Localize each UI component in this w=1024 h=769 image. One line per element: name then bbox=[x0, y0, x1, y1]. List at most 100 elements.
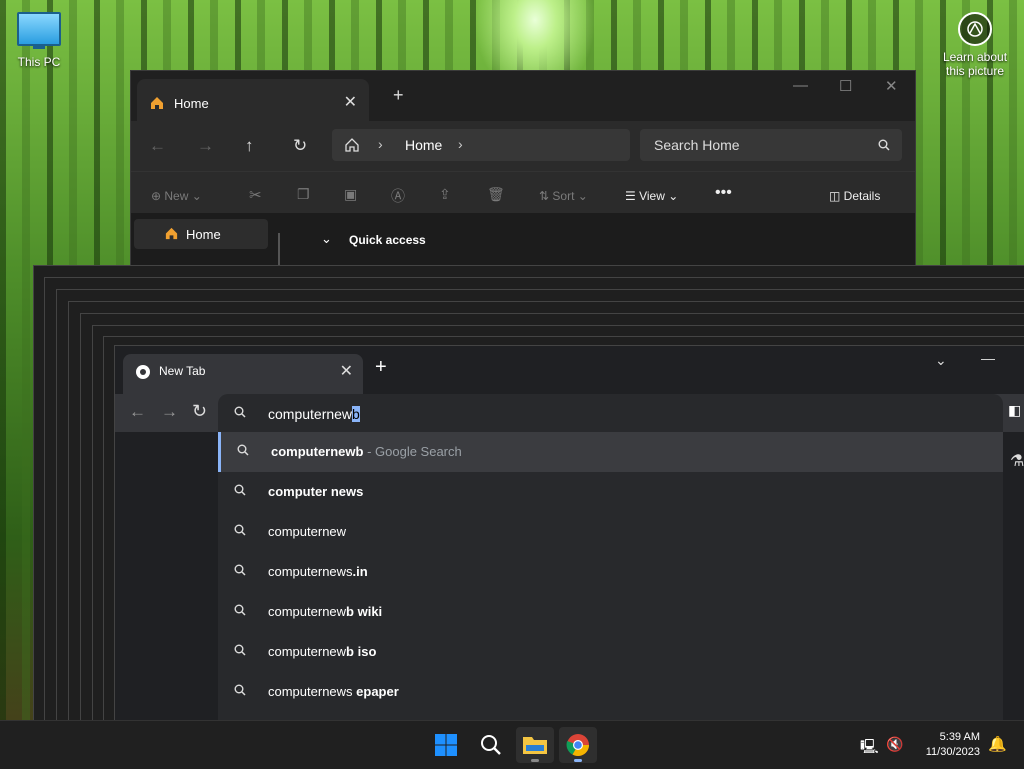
chevron-down-icon[interactable]: ⌄ bbox=[321, 231, 332, 247]
suggestion-main: computernew bbox=[268, 644, 347, 659]
back-arrow-icon[interactable]: ← bbox=[129, 402, 146, 422]
suggestion-main: computernews bbox=[268, 684, 353, 699]
start-button[interactable] bbox=[427, 727, 465, 763]
labs-flask-icon[interactable]: ⚗ bbox=[1010, 451, 1024, 471]
taskbar-file-explorer[interactable] bbox=[516, 727, 554, 763]
new-label: New bbox=[164, 189, 189, 203]
network-icon[interactable]: 🖳 bbox=[860, 736, 879, 760]
side-panel-icon[interactable]: ◧ bbox=[1008, 402, 1021, 419]
new-tab-button[interactable]: + bbox=[393, 85, 404, 106]
sidebar-item-home[interactable]: Home bbox=[134, 219, 268, 249]
search-icon bbox=[481, 735, 501, 755]
suggestion-text: computernew bbox=[268, 524, 346, 539]
new-button[interactable]: ⊕ New ⌄ bbox=[151, 189, 202, 203]
omnibox-input[interactable]: computernewb bbox=[218, 394, 1003, 432]
suggestion-row[interactable]: computernews.in bbox=[218, 552, 1003, 592]
chrome-icon bbox=[566, 734, 589, 756]
refresh-icon[interactable]: ↻ bbox=[293, 136, 307, 156]
suggestion-row[interactable]: computernew bbox=[218, 512, 1003, 552]
search-icon bbox=[234, 484, 246, 496]
learn-label-line1: Learn about bbox=[942, 50, 1008, 64]
sort-button[interactable]: ⇅ Sort ⌄ bbox=[539, 189, 588, 203]
search-icon bbox=[234, 524, 246, 536]
explorer-nav-bar: ← → ↑ ↻ › Home › Search Home bbox=[131, 121, 915, 171]
suggestion-text: computernewb wiki bbox=[268, 604, 382, 619]
chrome-tab-new-tab[interactable]: New Tab ✕ bbox=[123, 354, 363, 394]
share-icon[interactable]: ⇪ bbox=[439, 186, 451, 203]
clock[interactable]: 5:39 AM 11/30/2023 bbox=[916, 730, 980, 760]
search-placeholder: Search Home bbox=[654, 137, 740, 153]
minimize-button[interactable]: — bbox=[981, 350, 995, 366]
this-pc-desktop-icon[interactable]: This PC bbox=[14, 10, 64, 69]
view-button[interactable]: ☰ View ⌄ bbox=[625, 189, 678, 203]
folder-icon bbox=[523, 737, 547, 754]
reload-icon[interactable]: ↻ bbox=[192, 401, 207, 422]
search-icon bbox=[234, 406, 246, 418]
explorer-tab-title: Home bbox=[174, 96, 209, 111]
omnibox-typed-text: computernew bbox=[268, 406, 353, 422]
details-button[interactable]: ◫ Details bbox=[829, 189, 880, 203]
notification-bell-icon[interactable]: 🔔 bbox=[988, 735, 1007, 753]
taskbar-chrome[interactable] bbox=[559, 727, 597, 763]
taskbar-search-button[interactable] bbox=[472, 727, 510, 763]
learn-about-picture-icon[interactable]: Learn about this picture bbox=[940, 12, 1010, 78]
file-explorer-window: Home ✕ + — ☐ ✕ ← → ↑ ↻ › Home › Search H… bbox=[130, 70, 916, 272]
close-tab-icon[interactable]: ✕ bbox=[344, 92, 357, 112]
back-arrow-icon[interactable]: ← bbox=[149, 136, 166, 156]
suggestion-row[interactable]: computernewb iso bbox=[218, 632, 1003, 672]
suggestion-text: computernews.in bbox=[268, 564, 368, 579]
search-icon bbox=[878, 139, 890, 151]
delete-icon[interactable]: 🗑 bbox=[487, 186, 505, 203]
details-label: Details bbox=[843, 189, 881, 203]
explorer-tab-home[interactable]: Home ✕ bbox=[137, 79, 369, 121]
cut-icon[interactable]: ✂ bbox=[249, 186, 262, 204]
new-tab-button[interactable]: + bbox=[375, 356, 387, 379]
chevron-right-icon: › bbox=[378, 136, 383, 152]
suggestion-bold: computer news bbox=[268, 484, 364, 499]
chrome-tab-title: New Tab bbox=[159, 364, 206, 378]
search-icon bbox=[237, 444, 249, 456]
home-icon bbox=[165, 227, 178, 240]
suggestion-row[interactable]: computernews epaper bbox=[218, 672, 1003, 712]
maximize-button[interactable]: ☐ bbox=[839, 77, 852, 95]
suggestion-row[interactable]: computernewb - Google Search bbox=[218, 432, 1003, 472]
explorer-tab-bar: Home ✕ + — ☐ ✕ bbox=[131, 71, 915, 121]
search-icon bbox=[234, 564, 246, 576]
more-options-icon[interactable]: ••• bbox=[715, 184, 732, 202]
running-indicator bbox=[531, 759, 539, 762]
rename-icon[interactable]: Ⓐ bbox=[391, 186, 405, 206]
minimize-button[interactable]: — bbox=[793, 77, 808, 94]
suggestion-main: computernews bbox=[268, 564, 353, 579]
forward-arrow-icon[interactable]: → bbox=[197, 136, 214, 156]
omnibox-text: computernewb bbox=[268, 406, 360, 422]
quick-access-heading: Quick access bbox=[349, 233, 426, 247]
close-tab-icon[interactable]: ✕ bbox=[340, 361, 353, 381]
breadcrumb-home[interactable]: Home bbox=[405, 137, 442, 153]
suggestion-main: computernew bbox=[268, 524, 347, 539]
chevron-right-icon[interactable]: › bbox=[458, 136, 463, 152]
new-tab-page-background bbox=[115, 432, 218, 721]
suggestion-row[interactable]: computer news bbox=[218, 472, 1003, 512]
explorer-search-input[interactable]: Search Home bbox=[640, 129, 902, 161]
up-arrow-icon[interactable]: ↑ bbox=[245, 136, 254, 156]
chrome-toolbar: ← → ↻ computernewb ◧ bbox=[115, 394, 1024, 432]
paste-icon[interactable]: ▣ bbox=[344, 186, 357, 203]
suggestion-bold: b iso bbox=[346, 644, 377, 659]
copy-icon[interactable]: ❐ bbox=[297, 186, 310, 203]
volume-muted-icon[interactable]: 🔇 bbox=[886, 736, 903, 753]
forward-arrow-icon[interactable]: → bbox=[161, 402, 178, 422]
address-bar[interactable]: › Home › bbox=[332, 129, 630, 161]
tab-search-icon[interactable]: ⌄ bbox=[935, 352, 947, 369]
sort-label: Sort bbox=[552, 189, 575, 203]
sidebar-home-label: Home bbox=[186, 227, 221, 242]
suggestion-row[interactable]: computernewb wiki bbox=[218, 592, 1003, 632]
home-icon bbox=[151, 97, 163, 109]
close-window-button[interactable]: ✕ bbox=[885, 77, 898, 95]
clock-date: 11/30/2023 bbox=[925, 746, 980, 758]
omnibox-suggestions-dropdown: computernewb - Google Search computer ne… bbox=[218, 432, 1003, 721]
explorer-body: Home ⌄ Quick access bbox=[131, 213, 915, 271]
suggestion-bold: b wiki bbox=[346, 604, 383, 619]
suggestion-bold: .in bbox=[352, 564, 368, 579]
search-icon bbox=[234, 604, 246, 616]
suggestion-text: computer news bbox=[268, 484, 363, 499]
